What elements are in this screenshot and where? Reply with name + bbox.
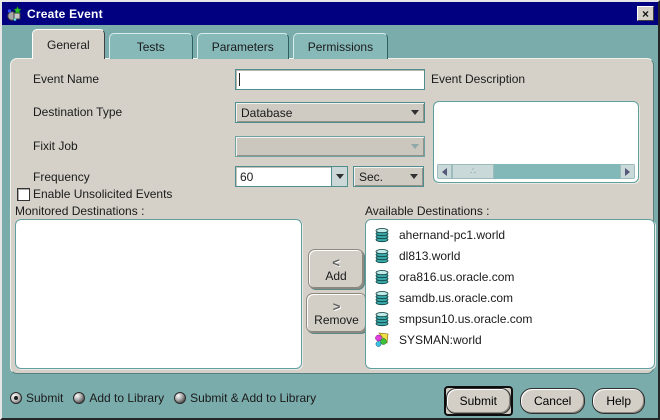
tab-permissions[interactable]: Permissions (292, 33, 389, 59)
radio-icon (174, 392, 187, 404)
destination-name: dl813.world (399, 248, 461, 263)
window-title: Create Event (27, 6, 103, 21)
destination-type-value: Database (241, 105, 293, 120)
cancel-button[interactable]: Cancel (519, 388, 586, 414)
remove-button-label: Remove (314, 312, 359, 327)
tab-permissions-label: Permissions (307, 39, 374, 54)
fixit-job-label: Fixit Job (33, 139, 78, 153)
database-icon (374, 269, 390, 285)
frequency-dropdown-button[interactable] (331, 167, 347, 186)
destination-name: samdb.us.oracle.com (399, 290, 514, 305)
radio-submit[interactable]: Submit (10, 391, 63, 405)
fixit-job-dropdown (235, 136, 425, 157)
list-item[interactable]: dl813.world (368, 245, 652, 266)
chevron-left-icon: < (332, 254, 340, 270)
destination-name: ora816.us.oracle.com (399, 269, 515, 284)
enable-unsolicited-row: Enable Unsolicited Events (17, 187, 172, 201)
help-button-label: Help (606, 394, 631, 408)
destination-name: smpsun10.us.oracle.com (399, 311, 533, 326)
list-item[interactable]: SYSMAN:world (368, 329, 652, 350)
tab-bar: General Tests Parameters Permissions (32, 29, 389, 59)
tab-general-label: General (47, 37, 90, 52)
radio-icon (73, 392, 86, 404)
group-icon (374, 332, 390, 348)
database-icon (374, 311, 390, 327)
help-button[interactable]: Help (592, 388, 645, 414)
event-name-label: Event Name (33, 72, 100, 86)
submit-button-label: Submit (459, 394, 497, 408)
scroll-left-button[interactable] (437, 164, 452, 179)
scroll-left-icon (442, 167, 447, 176)
tab-tests[interactable]: Tests (108, 33, 193, 59)
tab-general[interactable]: General (32, 29, 105, 59)
destination-name: ahernand-pc1.world (399, 227, 506, 242)
frequency-label: Frequency (33, 170, 90, 184)
chevron-down-icon (411, 144, 419, 149)
default-button-ring: Submit (443, 386, 513, 416)
chevron-right-icon: > (332, 298, 341, 314)
list-item[interactable]: ahernand-pc1.world (368, 224, 652, 245)
tab-parameters-label: Parameters (211, 39, 274, 54)
radio-icon (10, 392, 22, 404)
database-icon (374, 248, 390, 264)
list-item[interactable]: samdb.us.oracle.com (368, 287, 652, 308)
destination-type-label: Destination Type (33, 105, 123, 119)
footer-buttons: Submit Cancel Help (443, 386, 645, 416)
radio-add-to-library-label: Add to Library (89, 391, 165, 405)
close-icon: × (641, 6, 649, 21)
frequency-input[interactable]: 60 (235, 166, 348, 187)
chevron-down-icon (411, 110, 419, 115)
tab-parameters[interactable]: Parameters (196, 33, 289, 59)
monitored-destinations-label: Monitored Destinations : (15, 204, 145, 218)
close-button[interactable]: × (637, 6, 654, 21)
radio-add-to-library[interactable]: Add to Library (73, 391, 164, 405)
event-description-textarea[interactable]: ∴ (433, 101, 639, 183)
radio-submit-and-add[interactable]: Submit & Add to Library (174, 391, 316, 405)
cancel-button-label: Cancel (533, 394, 572, 408)
create-event-dialog: Create Event × General Tests Parameters … (0, 0, 660, 420)
general-tab-panel: Event Name Event Description ∴ Destinati… (10, 58, 655, 374)
submit-button[interactable]: Submit (445, 388, 511, 414)
submit-mode-radio-group: Submit Add to Library Submit & Add to Li… (10, 391, 316, 405)
chevron-down-icon (410, 174, 418, 179)
destination-name: SYSMAN:world (399, 332, 482, 347)
radio-submit-label: Submit (26, 391, 64, 405)
available-destinations-list[interactable]: ahernand-pc1.world dl813.world ora816.us… (365, 219, 655, 369)
frequency-unit-value: Sec. (359, 169, 384, 184)
available-destinations-label: Available Destinations : (365, 204, 490, 218)
create-event-app-icon (6, 5, 22, 22)
frequency-value: 60 (236, 167, 331, 186)
list-item[interactable]: smpsun10.us.oracle.com (368, 308, 652, 329)
add-button[interactable]: < Add (308, 249, 364, 289)
enable-unsolicited-checkbox[interactable] (17, 187, 30, 201)
text-caret (239, 73, 240, 86)
scroll-right-button[interactable] (620, 164, 635, 179)
remove-button[interactable]: > Remove (306, 293, 367, 333)
database-icon (374, 290, 390, 306)
add-button-label: Add (325, 268, 347, 283)
chevron-down-icon (335, 174, 344, 179)
monitored-destinations-list[interactable] (15, 219, 302, 369)
destination-type-dropdown[interactable]: Database (235, 102, 425, 123)
enable-unsolicited-label: Enable Unsolicited Events (33, 187, 173, 201)
titlebar[interactable]: Create Event × (2, 2, 658, 25)
description-horizontal-scrollbar[interactable]: ∴ (437, 164, 635, 179)
tab-tests-label: Tests (136, 39, 165, 54)
event-name-input[interactable] (235, 69, 425, 90)
event-description-label: Event Description (431, 72, 526, 86)
scroll-right-icon (625, 167, 630, 176)
database-icon (374, 227, 390, 243)
radio-submit-and-add-label: Submit & Add to Library (190, 391, 317, 405)
frequency-unit-dropdown[interactable]: Sec. (353, 166, 424, 187)
list-item[interactable]: ora816.us.oracle.com (368, 266, 652, 287)
scrollbar-thumb[interactable]: ∴ (452, 164, 494, 179)
